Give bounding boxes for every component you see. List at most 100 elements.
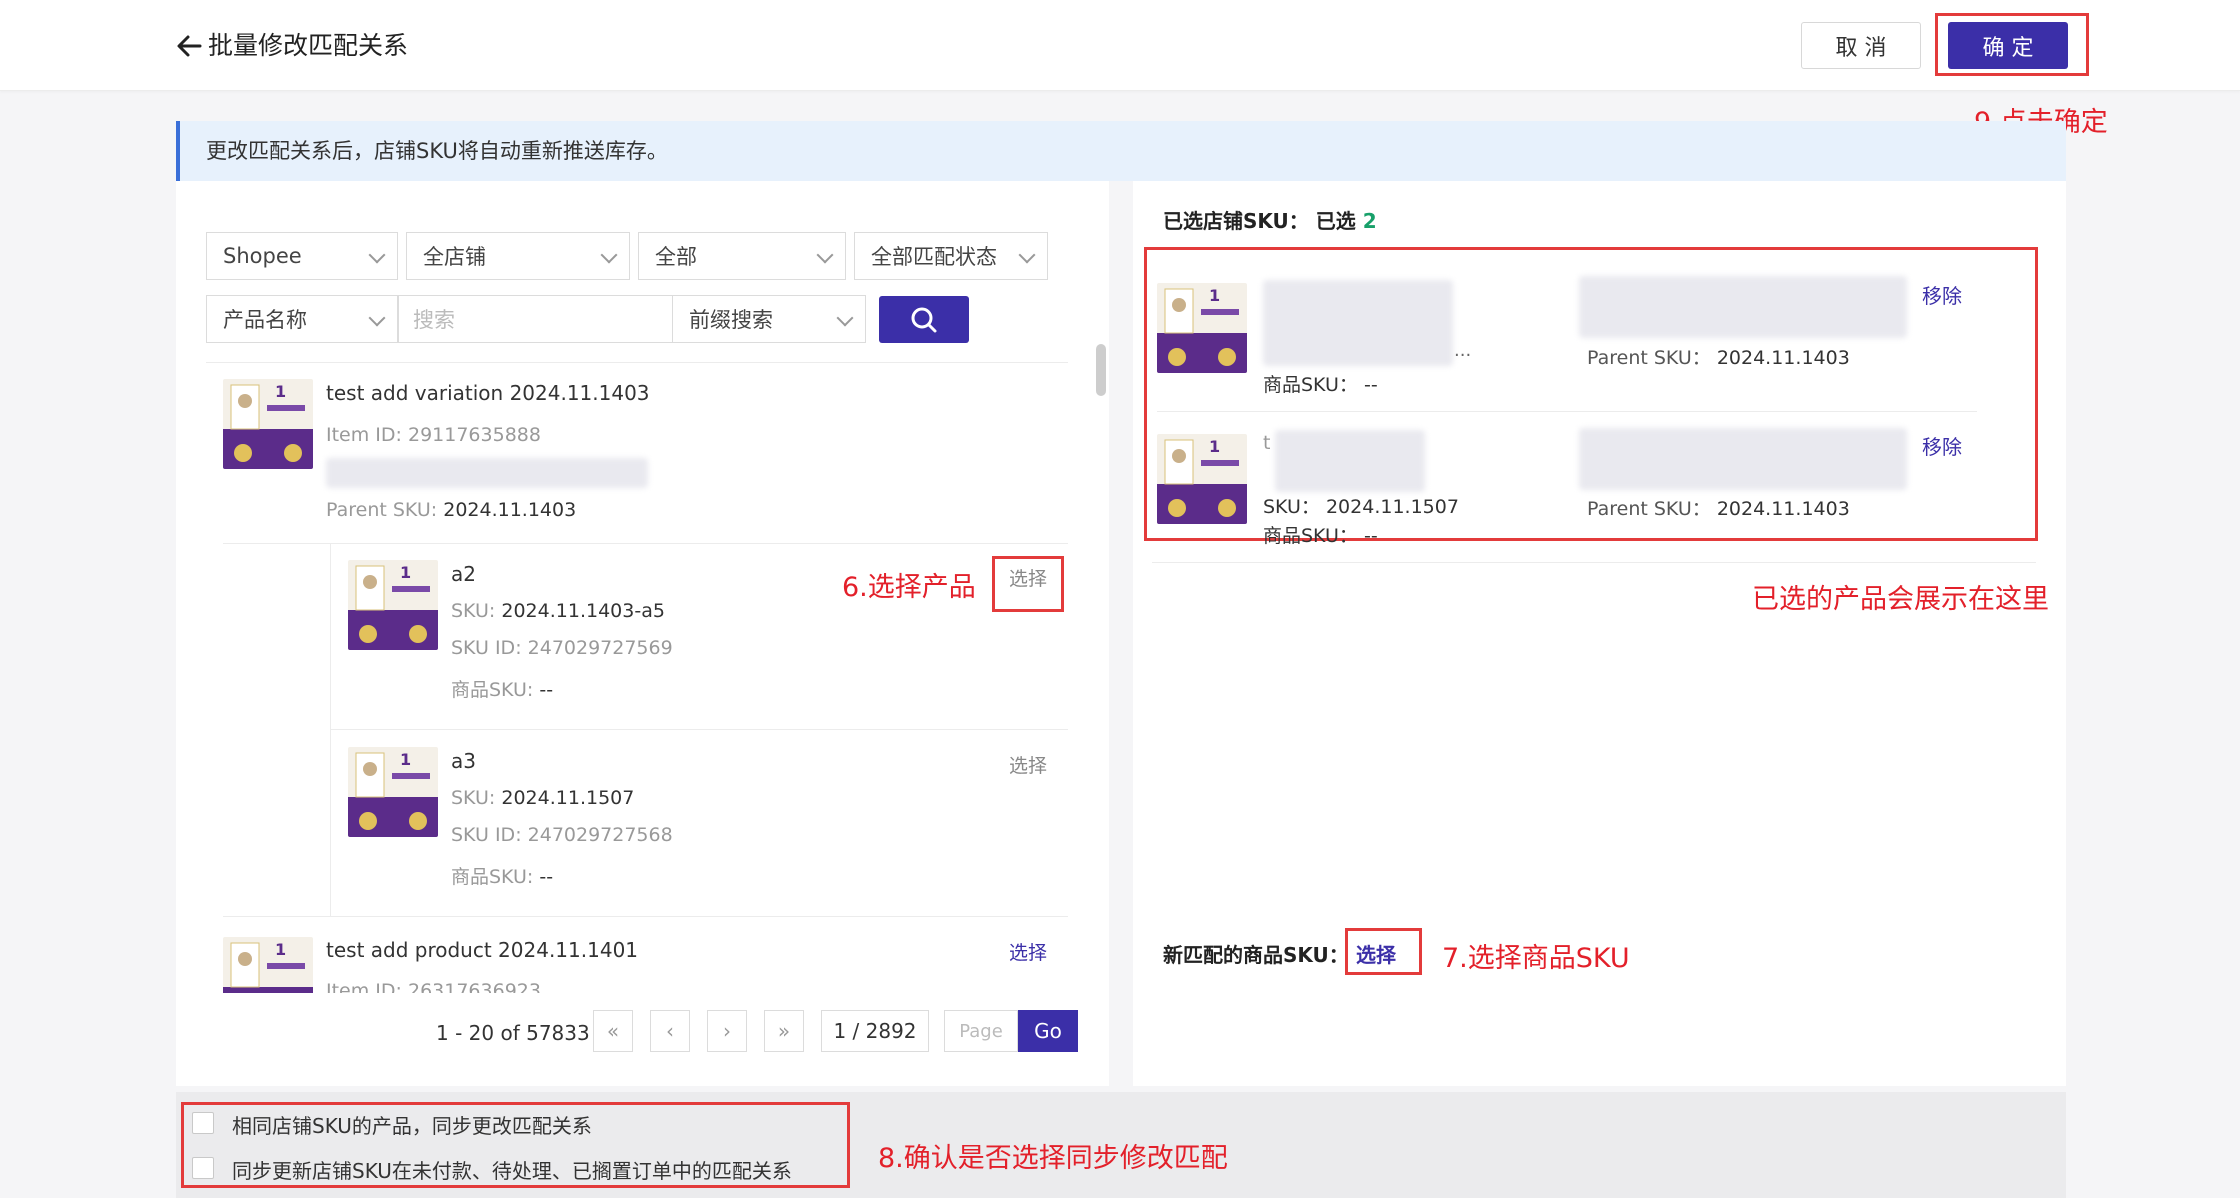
store-select[interactable]: 全店铺 xyxy=(406,232,630,280)
cancel-button[interactable]: 取 消 xyxy=(1801,22,1921,69)
selected-item-image: 1 xyxy=(1157,283,1247,373)
go-button[interactable]: Go xyxy=(1018,1010,1078,1052)
item-id-value: 26317636923 xyxy=(407,980,541,993)
back-arrow-icon[interactable] xyxy=(172,28,208,64)
svg-text:1: 1 xyxy=(275,382,286,401)
page-indicator: 1 / 2892 xyxy=(821,1010,929,1052)
blurred-field xyxy=(326,458,648,488)
parent-sku-label: Parent SKU: xyxy=(326,499,438,521)
variant-sku-row: SKU: 2024.11.1403-a5 xyxy=(451,600,665,622)
selected-parent-sku-row: Parent SKU： 2024.11.1403 xyxy=(1587,343,1850,370)
category-select[interactable]: 全部 xyxy=(638,232,846,280)
variant-image: 1 xyxy=(348,747,438,837)
selected-header: 已选店铺SKU： 已选 2 xyxy=(1163,205,1377,234)
item-id-label: Item ID: xyxy=(326,980,402,993)
remove-button[interactable]: 移除 xyxy=(1922,280,1962,309)
search-button[interactable] xyxy=(879,296,969,343)
variant-goods-sku-row: 商品SKU: -- xyxy=(451,862,553,889)
goods-sku-label: 商品SKU： xyxy=(1263,374,1358,396)
variant-sku-id-label: SKU ID: xyxy=(451,637,522,659)
annotation-step6: 6.选择产品 xyxy=(842,572,976,603)
search-icon xyxy=(911,307,937,333)
selected-item-image: 1 xyxy=(1157,434,1247,524)
item-id-label: Item ID: xyxy=(326,424,402,446)
variant-goods-sku-value: -- xyxy=(539,679,554,701)
category-value: 全部 xyxy=(655,245,697,269)
remove-button[interactable]: 移除 xyxy=(1922,431,1962,460)
annotation-shown-here: 已选的产品会展示在这里 xyxy=(1752,584,2049,615)
platform-select[interactable]: Shopee xyxy=(206,232,398,280)
goods-sku-value: -- xyxy=(1363,374,1378,396)
search-field-select[interactable]: 产品名称 xyxy=(206,295,398,343)
svg-text:1: 1 xyxy=(1209,286,1220,305)
select-product-button[interactable]: 选择 xyxy=(1009,938,1047,965)
selected-label: 已选店铺SKU： xyxy=(1163,209,1309,233)
product-name: test add product 2024.11.1401 xyxy=(326,938,639,962)
variant-sku-id-row: SKU ID: 247029727568 xyxy=(451,824,673,846)
variant-sku-row: SKU: 2024.11.1507 xyxy=(451,787,634,809)
product-image: 1 xyxy=(223,379,313,469)
variant-image: 1 xyxy=(348,560,438,650)
variant-name: a3 xyxy=(451,749,476,773)
prev-page-button[interactable]: ‹ xyxy=(650,1010,690,1052)
parent-sku-label: Parent SKU： xyxy=(1587,498,1711,520)
variant-top-divider xyxy=(223,543,1068,544)
product-list-clip: 1 test add product 2024.11.1401 Item ID:… xyxy=(206,925,1086,993)
svg-text:1: 1 xyxy=(1209,437,1220,456)
match-status-select[interactable]: 全部匹配状态 xyxy=(854,232,1048,280)
selected-count: 2 xyxy=(1362,209,1377,233)
pager-summary: 1 - 20 of 57833 xyxy=(436,1021,590,1045)
sku-label: SKU： xyxy=(1263,496,1320,518)
blurred-name xyxy=(1263,280,1453,366)
annotation-box-confirm xyxy=(1935,13,2089,76)
goods-sku-label: 商品SKU： xyxy=(1263,525,1358,547)
selected-goods-sku-row: 商品SKU： -- xyxy=(1263,521,1378,548)
product-name: test add variation 2024.11.1403 xyxy=(326,381,650,405)
search-mode-select[interactable]: 前缀搜索 xyxy=(672,295,866,343)
scrollbar[interactable] xyxy=(1096,344,1106,396)
parent-sku-value: 2024.11.1403 xyxy=(1716,347,1850,369)
variant-sku-id-value: 247029727569 xyxy=(527,637,673,659)
search-field-value: 产品名称 xyxy=(223,308,307,332)
search-input[interactable]: 搜索 xyxy=(398,295,674,343)
parent-sku-value: 2024.11.1403 xyxy=(1716,498,1850,520)
item-id-value: 29117635888 xyxy=(407,424,541,446)
variant-goods-sku-value: -- xyxy=(539,866,554,888)
filter-divider xyxy=(206,362,1068,363)
variant-sku-value: 2024.11.1507 xyxy=(501,787,635,809)
select-variant-button[interactable]: 选择 xyxy=(1009,751,1047,778)
variant-sku-id-label: SKU ID: xyxy=(451,824,522,846)
chevron-down-icon xyxy=(816,246,834,264)
name-ellipsis: ... xyxy=(1454,340,1472,361)
item-id-row: Item ID: 26317636923 xyxy=(326,980,541,993)
variant-name: a2 xyxy=(451,562,476,586)
product-image: 1 xyxy=(223,937,313,993)
chevron-down-icon xyxy=(1018,246,1036,264)
search-mode-value: 前缀搜索 xyxy=(689,308,773,332)
annotation-step7: 7.选择商品SKU xyxy=(1442,943,1630,974)
last-page-button[interactable]: » xyxy=(764,1010,804,1052)
next-page-button[interactable]: › xyxy=(707,1010,747,1052)
variant-goods-sku-label: 商品SKU: xyxy=(451,679,534,701)
annotation-box-sync xyxy=(181,1102,850,1188)
svg-text:1: 1 xyxy=(275,940,286,959)
selected-prefix: 已选 xyxy=(1315,209,1356,233)
parent-sku-row: Parent SKU: 2024.11.1403 xyxy=(326,499,576,521)
blurred-field xyxy=(1579,276,1907,338)
svg-text:1: 1 xyxy=(400,750,411,769)
first-page-button[interactable]: « xyxy=(593,1010,633,1052)
page-input[interactable]: Page xyxy=(944,1010,1018,1052)
new-sku-label: 新匹配的商品SKU： xyxy=(1163,943,1349,967)
match-status-value: 全部匹配状态 xyxy=(871,245,997,269)
variant-sku-id-value: 247029727568 xyxy=(527,824,673,846)
item-id-row: Item ID: 29117635888 xyxy=(326,424,541,446)
variant-divider xyxy=(331,729,1068,730)
product-divider xyxy=(223,916,1068,917)
platform-value: Shopee xyxy=(223,244,302,268)
annotation-box-select-product xyxy=(992,556,1064,612)
parent-sku-label: Parent SKU： xyxy=(1587,347,1711,369)
store-value: 全店铺 xyxy=(423,245,486,269)
selected-item-divider xyxy=(1157,411,1977,412)
variant-sku-value: 2024.11.1403-a5 xyxy=(501,600,665,622)
annotation-box-new-sku xyxy=(1345,928,1422,975)
